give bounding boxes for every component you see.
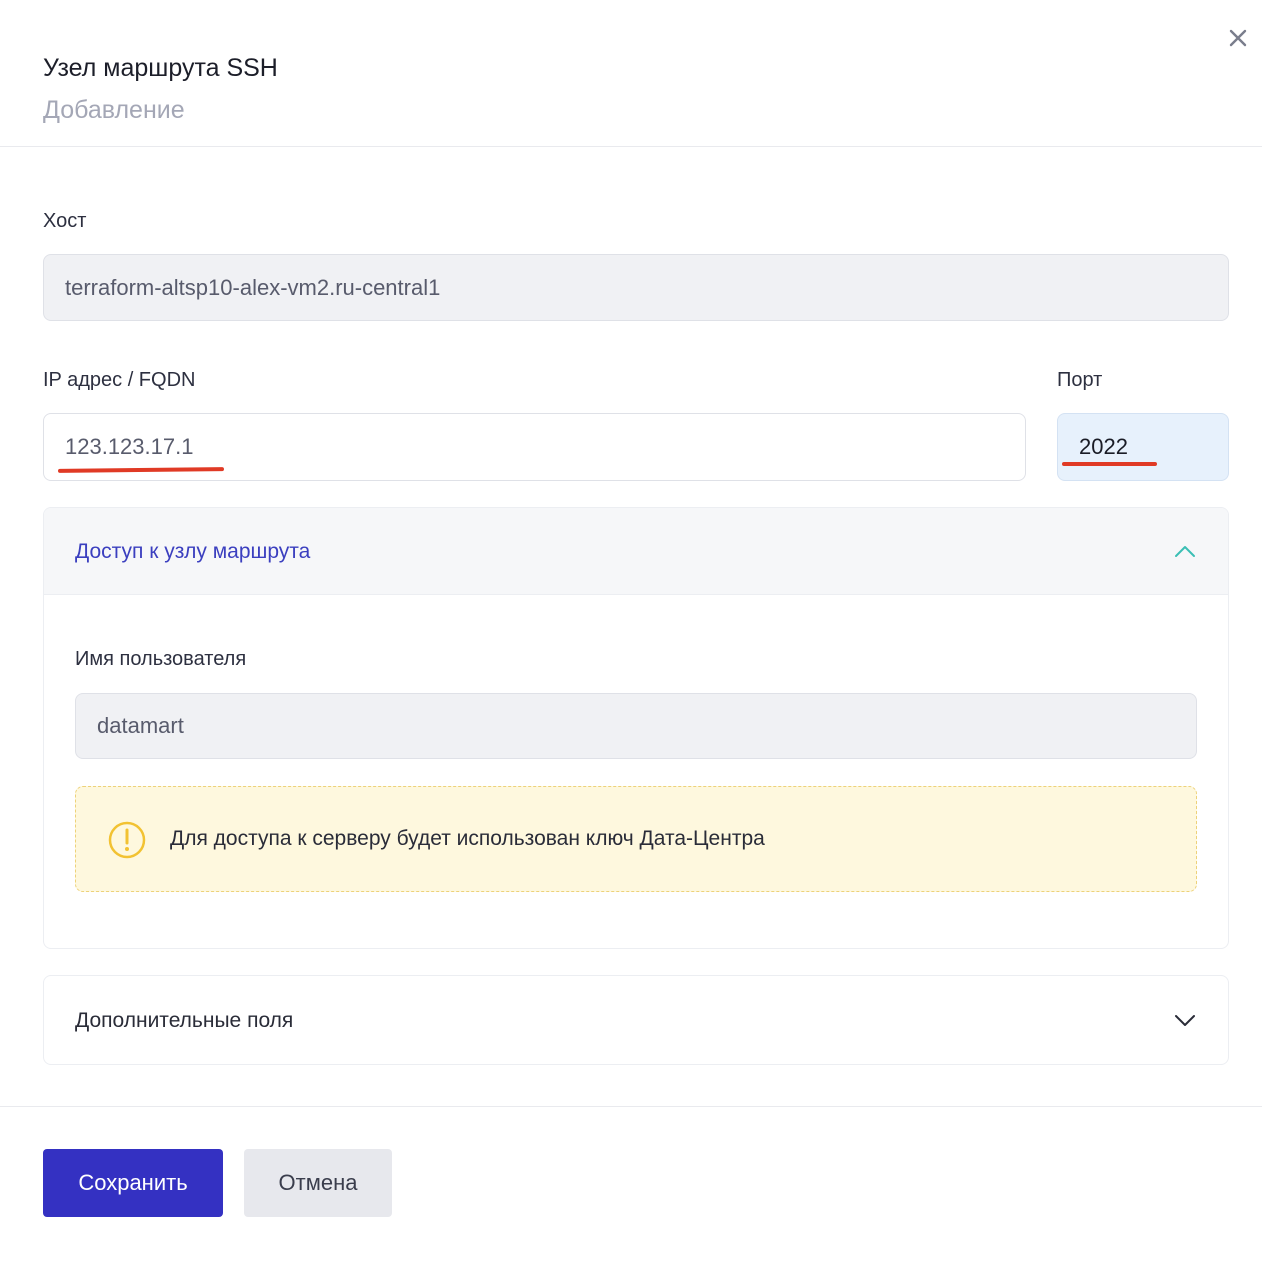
port-label: Порт <box>1057 369 1103 391</box>
warning-icon <box>108 821 146 859</box>
footer-divider <box>0 1106 1262 1107</box>
port-annotation-underline <box>1062 462 1157 466</box>
ip-label: IP адрес / FQDN <box>43 369 196 391</box>
access-section-title: Доступ к узлу маршрута <box>75 540 311 563</box>
key-info-alert: Для доступа к серверу будет использован … <box>75 786 1197 892</box>
save-button[interactable]: Сохранить <box>43 1149 223 1217</box>
port-field[interactable]: 2022 <box>1057 413 1229 481</box>
host-label: Хост <box>43 210 87 232</box>
cancel-button[interactable]: Отмена <box>244 1149 392 1217</box>
chevron-down-icon <box>1175 1015 1195 1026</box>
dialog-title: Узел маршрута SSH <box>43 54 278 82</box>
dialog-subtitle: Добавление <box>43 96 185 124</box>
host-field[interactable]: terraform-altsp10-alex-vm2.ru-central1 <box>43 254 1229 321</box>
extra-fields-section[interactable]: Дополнительные поля <box>43 975 1229 1065</box>
alert-text: Для доступа к серверу будет использован … <box>170 827 765 850</box>
close-button[interactable] <box>1222 22 1254 54</box>
dialog-header: Узел маршрута SSH Добавление <box>0 0 1262 147</box>
extra-fields-title: Дополнительные поля <box>75 1009 294 1032</box>
access-section-header[interactable]: Доступ к узлу маршрута <box>44 508 1228 595</box>
username-field[interactable]: datamart <box>75 693 1197 759</box>
close-icon <box>1229 29 1247 47</box>
access-section: Доступ к узлу маршрута Имя пользователя … <box>43 507 1229 949</box>
username-label: Имя пользователя <box>75 648 247 670</box>
chevron-up-icon <box>1175 546 1195 557</box>
